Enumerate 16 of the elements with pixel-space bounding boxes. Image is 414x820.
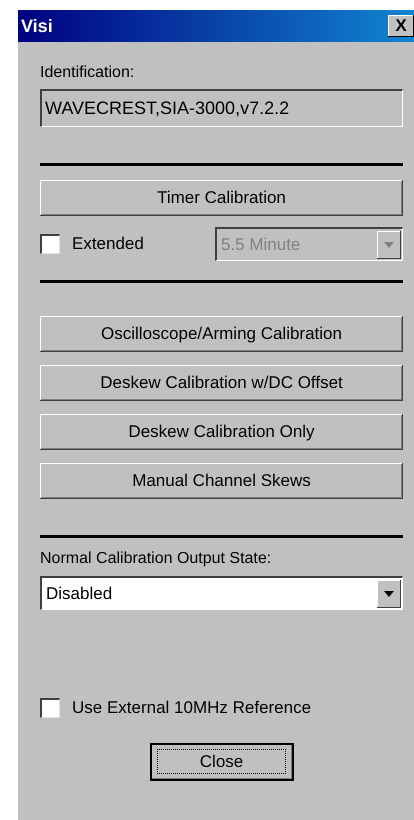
window-title: Visi bbox=[21, 16, 53, 36]
calibration-button[interactable]: Oscilloscope/Arming Calibration bbox=[40, 316, 403, 352]
checkbox-label: Use External 10MHz Reference bbox=[72, 698, 312, 718]
close-dialog-button[interactable]: Close bbox=[150, 744, 292, 780]
checkbox[interactable] bbox=[40, 698, 60, 718]
output-state-label: Normal Calibration Output State: bbox=[40, 550, 272, 568]
calibration-button[interactable]: Deskew Calibration w/DC Offset bbox=[40, 365, 403, 401]
window-close-x[interactable]: X bbox=[388, 15, 414, 37]
identification-label: Identification: bbox=[40, 64, 136, 82]
checkbox[interactable] bbox=[40, 234, 60, 254]
calibration-button[interactable]: Deskew Calibration Only bbox=[40, 414, 403, 450]
timer-calibration-button[interactable]: Timer Calibration bbox=[40, 180, 403, 216]
checkbox-label: Extended bbox=[72, 234, 144, 254]
identification-field: WAVECREST,SIA-3000,v7.2.2 bbox=[40, 89, 403, 127]
calibration-button[interactable]: Manual Channel Skews bbox=[40, 463, 403, 499]
output-state-dropdown[interactable]: Disabled bbox=[40, 576, 403, 610]
